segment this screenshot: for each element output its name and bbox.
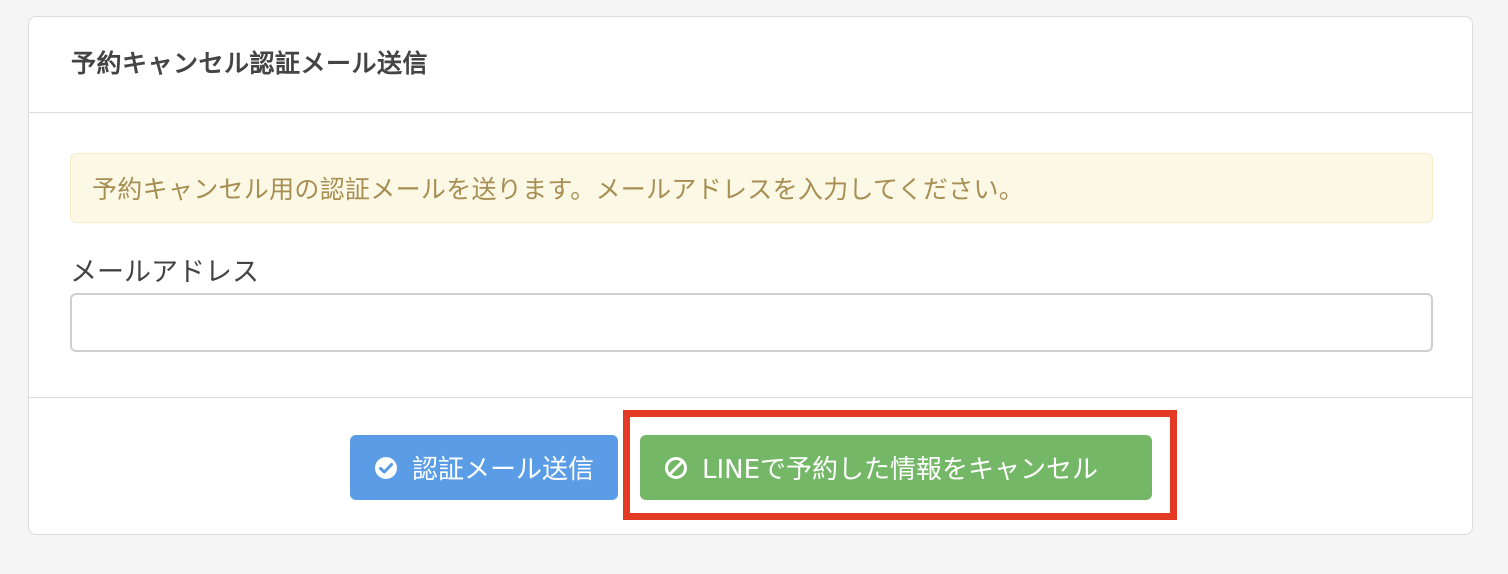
cancel-line-reservation-button[interactable]: LINEで予約した情報をキャンセル: [640, 435, 1152, 500]
alert-message: 予約キャンセル用の認証メールを送ります。メールアドレスを入力してください。: [92, 175, 1025, 204]
send-auth-mail-button[interactable]: 認証メール送信: [350, 435, 618, 500]
panel-title: 予約キャンセル認証メール送信: [71, 48, 429, 78]
email-input[interactable]: [70, 293, 1433, 352]
cancel-auth-panel: 予約キャンセル認証メール送信 予約キャンセル用の認証メールを送ります。メールアド…: [28, 16, 1473, 535]
email-label: メールアドレス: [70, 257, 259, 288]
panel-body: 予約キャンセル用の認証メールを送ります。メールアドレスを入力してください。 メー…: [29, 113, 1472, 398]
panel-footer: 認証メール送信 LINEで予約した情報をキャンセル: [29, 398, 1472, 534]
info-alert: 予約キャンセル用の認証メールを送ります。メールアドレスを入力してください。: [70, 153, 1433, 223]
cancel-line-reservation-label: LINEで予約した情報をキャンセル: [702, 455, 1099, 485]
check-circle-icon: [372, 454, 400, 482]
ban-icon: [662, 454, 690, 482]
panel-heading: 予約キャンセル認証メール送信: [29, 17, 1472, 113]
send-auth-mail-label: 認証メール送信: [412, 455, 595, 485]
